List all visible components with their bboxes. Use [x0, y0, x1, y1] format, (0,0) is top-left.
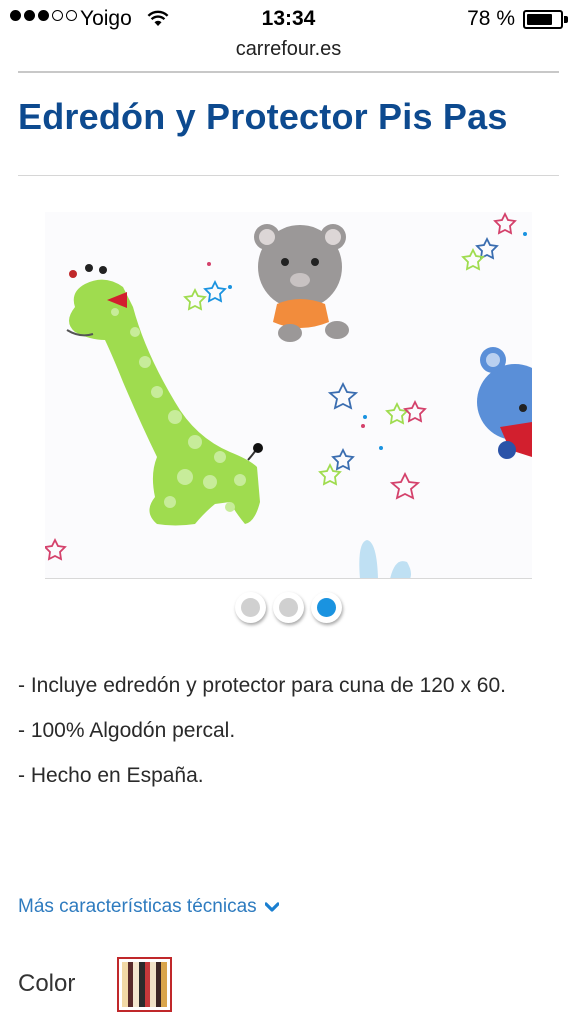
address-bar[interactable]: carrefour.es — [0, 38, 577, 70]
feature-item: - 100% Algodón percal. — [18, 719, 236, 742]
title-divider — [18, 175, 559, 176]
more-specs-link[interactable]: Más características técnicas — [18, 896, 279, 918]
carousel-dot[interactable] — [311, 592, 342, 623]
swatch-stripes — [122, 962, 167, 1007]
carousel-dot[interactable] — [273, 592, 304, 623]
battery-icon — [523, 10, 563, 29]
feature-item: - Incluye edredón y protector para cuna … — [18, 674, 506, 697]
chevron-down-icon — [264, 902, 279, 912]
feature-item: - Hecho en España. — [18, 764, 204, 787]
address-bar-divider — [18, 71, 559, 73]
color-label: Color — [18, 970, 76, 997]
status-bar: Yoigo 13:34 78 % — [0, 0, 577, 38]
image-carousel-indicator — [0, 592, 577, 623]
color-swatch[interactable] — [117, 957, 172, 1012]
battery-level-fill — [527, 14, 552, 25]
product-features: - Incluye edredón y protector para cuna … — [18, 672, 548, 807]
more-specs-label: Más características técnicas — [18, 896, 257, 917]
url-text: carrefour.es — [235, 38, 342, 60]
product-photo[interactable] — [45, 212, 532, 579]
carousel-dot[interactable] — [235, 592, 266, 623]
battery-percent: 78 % — [467, 7, 515, 30]
product-title: Edredón y Protector Pis Pas — [18, 96, 508, 137]
battery-tip — [564, 16, 568, 23]
